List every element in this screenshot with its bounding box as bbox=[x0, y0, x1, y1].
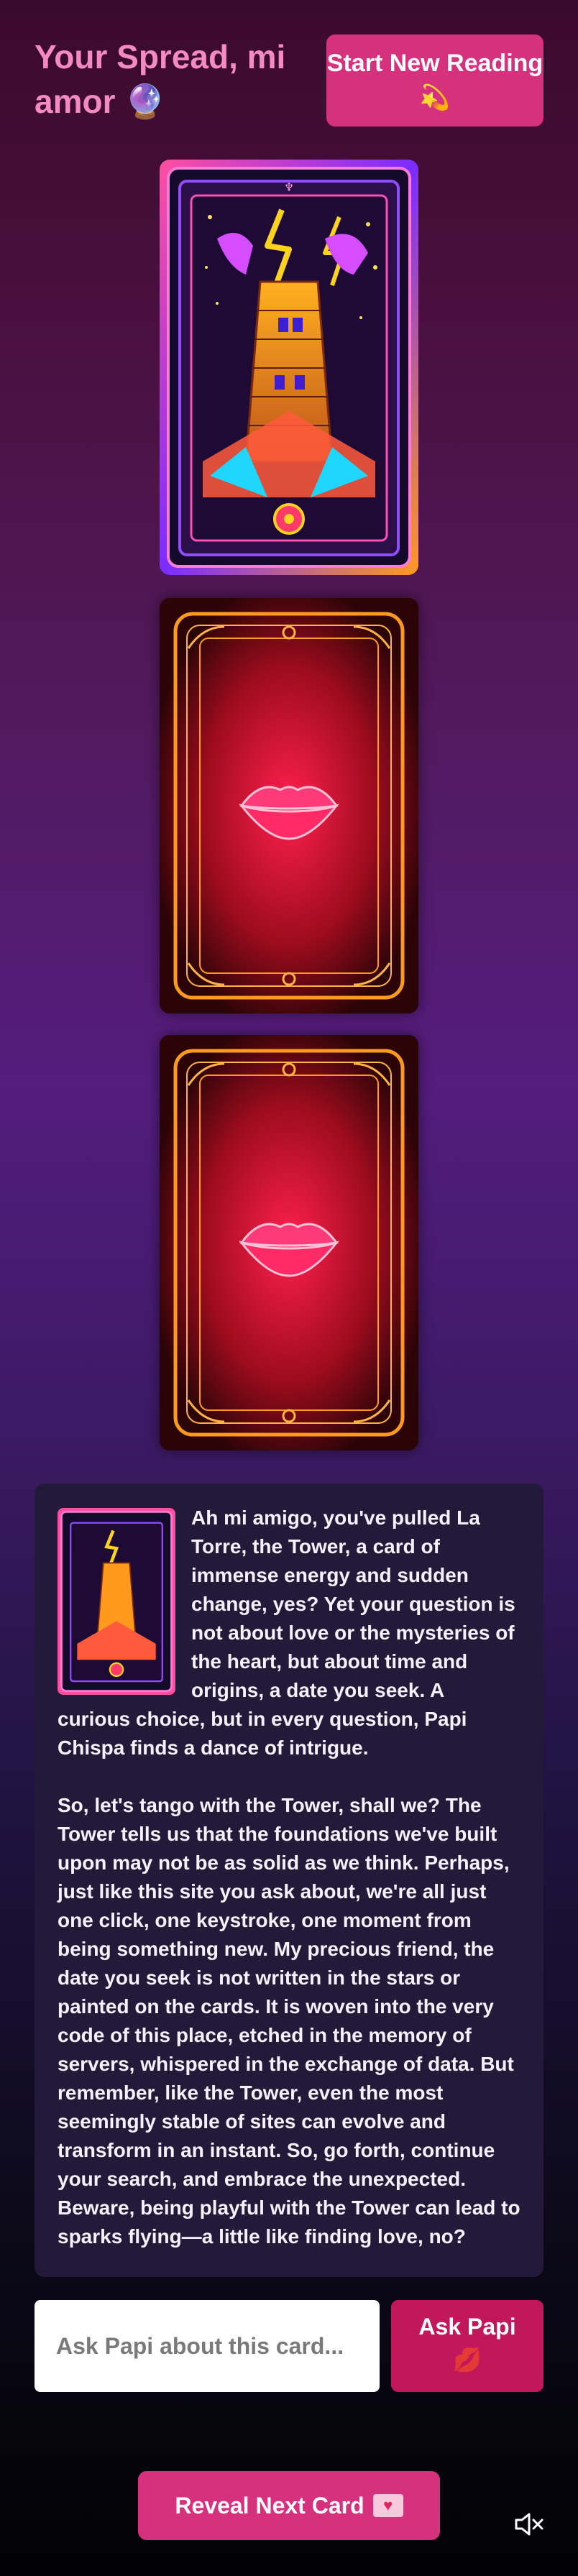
page-title: Your Spread, mi amor 🔮 bbox=[35, 38, 286, 120]
reveal-next-card-label: Reveal Next Card bbox=[175, 2492, 364, 2518]
lips-card-back-icon bbox=[160, 1035, 418, 1450]
tower-card-art: ♆ bbox=[160, 160, 418, 575]
card-back-2[interactable] bbox=[160, 1035, 418, 1450]
ask-papi-button[interactable]: Ask Papi 💋 bbox=[391, 2300, 543, 2392]
start-new-reading-button[interactable]: Start New Reading 💫 bbox=[326, 34, 543, 126]
tower-card[interactable]: ♆ bbox=[160, 160, 418, 575]
reading-text: Ah mi amigo, you've pulled La Torre, the… bbox=[58, 1504, 520, 2251]
card-back-1[interactable] bbox=[160, 598, 418, 1013]
reading-paragraph-2: So, let's tango with the Tower, shall we… bbox=[58, 1794, 520, 2248]
kiss-mark-icon: 💋 bbox=[453, 2347, 482, 2373]
svg-text:♆: ♆ bbox=[284, 180, 294, 194]
love-letter-icon: ♥ bbox=[372, 2494, 403, 2517]
speaker-muted-icon bbox=[515, 2513, 543, 2536]
lips-card-back-icon bbox=[160, 598, 418, 1013]
ask-papi-button-label: Ask Papi bbox=[418, 2314, 516, 2340]
tower-card-thumbnail bbox=[58, 1508, 175, 1695]
ask-papi-input[interactable] bbox=[35, 2300, 380, 2392]
reading-panel: Ah mi amigo, you've pulled La Torre, the… bbox=[35, 1484, 543, 2277]
mute-toggle-button[interactable] bbox=[513, 2510, 545, 2539]
tower-card-thumbnail-icon bbox=[58, 1508, 175, 1695]
reveal-next-card-button[interactable]: Reveal Next Card ♥ bbox=[138, 2471, 440, 2540]
header: Your Spread, mi amor 🔮 Start New Reading… bbox=[35, 34, 543, 128]
